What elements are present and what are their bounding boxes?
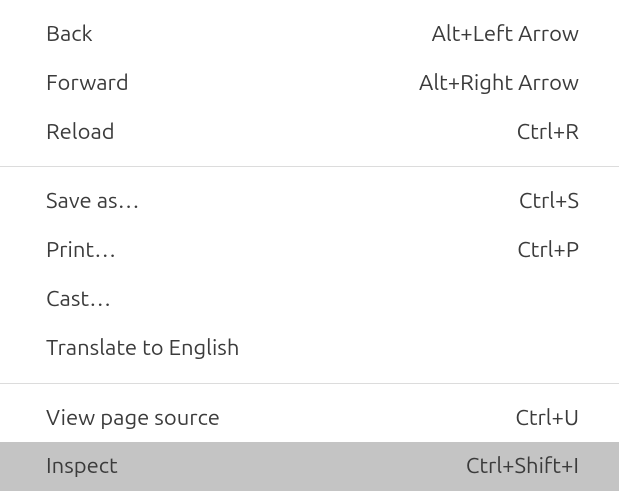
context-menu: Back Alt+Left Arrow Forward Alt+Right Ar… [0,0,619,491]
menu-item-inspect[interactable]: Inspect Ctrl+Shift+I [0,442,619,491]
menu-item-reload[interactable]: Reload Ctrl+R [0,108,619,157]
menu-item-back[interactable]: Back Alt+Left Arrow [0,10,619,59]
menu-item-shortcut: Ctrl+U [515,403,579,434]
menu-item-label: Reload [46,117,115,148]
menu-item-shortcut: Ctrl+Shift+I [466,451,579,482]
menu-item-label: Print… [46,235,116,266]
menu-item-label: Forward [46,68,129,99]
menu-item-print[interactable]: Print… Ctrl+P [0,226,619,275]
menu-item-label: Cast… [46,284,111,315]
menu-item-label: Inspect [46,451,118,482]
menu-item-shortcut: Ctrl+S [519,186,579,217]
menu-item-shortcut: Ctrl+R [517,117,579,148]
menu-item-label: View page source [46,403,220,434]
menu-item-view-source[interactable]: View page source Ctrl+U [0,394,619,443]
menu-item-label: Save as… [46,186,139,217]
menu-separator [0,383,619,384]
menu-item-translate[interactable]: Translate to English [0,324,619,373]
menu-item-shortcut: Alt+Right Arrow [419,68,579,99]
menu-item-label: Back [46,19,93,50]
menu-item-shortcut: Ctrl+P [517,235,579,266]
menu-separator [0,166,619,167]
menu-item-save-as[interactable]: Save as… Ctrl+S [0,177,619,226]
menu-item-shortcut: Alt+Left Arrow [432,19,579,50]
menu-item-cast[interactable]: Cast… [0,275,619,324]
menu-item-forward[interactable]: Forward Alt+Right Arrow [0,59,619,108]
menu-item-label: Translate to English [46,333,239,364]
